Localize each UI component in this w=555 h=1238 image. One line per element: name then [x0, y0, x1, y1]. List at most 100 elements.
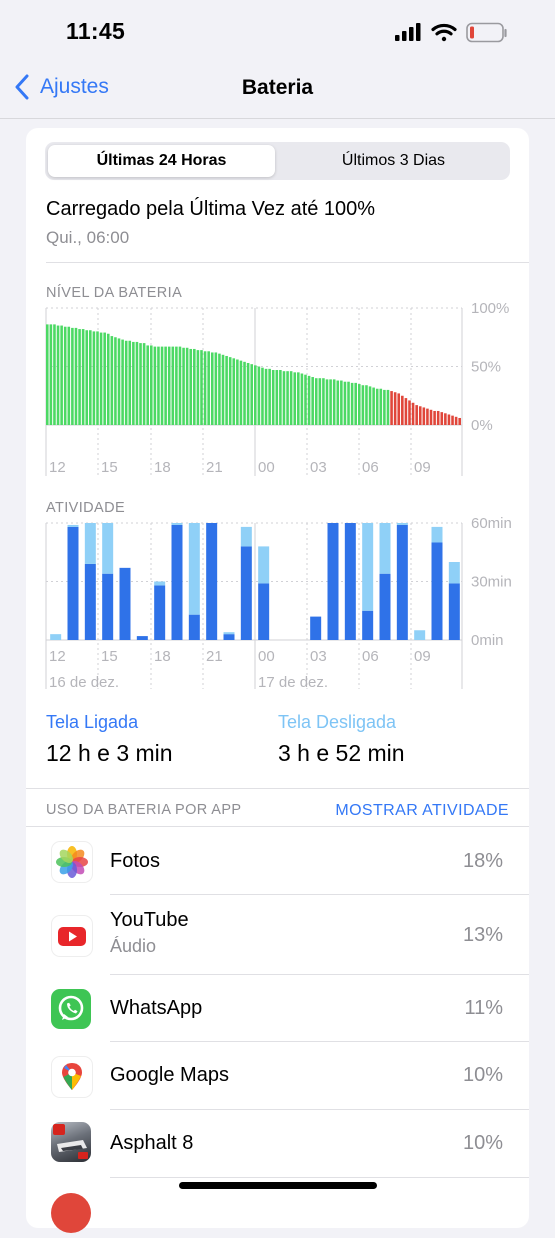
wifi-icon: [431, 23, 457, 42]
x-tick-label: 00: [258, 648, 275, 665]
activity-bar-screen-on: [310, 616, 322, 640]
activity-bar-screen-off: [102, 523, 114, 574]
battery-bar: [150, 345, 153, 425]
battery-bar: [239, 360, 243, 425]
battery-bar: [433, 410, 436, 425]
x-tick-label: 06: [362, 648, 379, 665]
app-row-fotos[interactable]: Fotos 18%: [26, 827, 529, 895]
battery-bar: [182, 347, 185, 425]
app-row-google-maps[interactable]: Google Maps 10%: [26, 1042, 529, 1110]
battery-bar: [106, 333, 110, 425]
battery-bar: [365, 385, 368, 425]
cellular-signal-icon: [395, 23, 421, 41]
activity-bar-screen-on: [258, 583, 270, 640]
battery-bar: [368, 386, 372, 425]
activity-bar-screen-on: [102, 573, 114, 640]
youtube-icon: [51, 915, 93, 957]
activity-bar-screen-on: [362, 610, 374, 640]
battery-bar: [268, 368, 271, 425]
app-percentage: 13%: [462, 924, 503, 946]
battery-bar: [325, 379, 329, 425]
activity-bar-screen-off: [362, 523, 374, 611]
battery-bar: [78, 329, 81, 425]
battery-bar: [408, 400, 411, 425]
battery-bar: [175, 346, 178, 425]
segment-last-24-hours[interactable]: Últimas 24 Horas: [48, 145, 275, 177]
status-bar: 11:45: [0, 0, 555, 64]
activity-bar-screen-off: [396, 523, 408, 525]
show-activity-button[interactable]: MOSTRAR ATIVIDADE: [335, 802, 509, 820]
battery-bar: [139, 343, 142, 425]
battery-bar: [232, 358, 236, 425]
activity-bar-screen-on: [240, 546, 252, 640]
battery-bar: [178, 346, 182, 425]
navigation-bar: Ajustes Bateria: [0, 64, 555, 119]
page-title: Bateria: [241, 76, 314, 99]
battery-bar: [261, 367, 264, 425]
app-icon-partial: [51, 1193, 91, 1233]
battery-bar: [415, 405, 418, 425]
battery-bar: [401, 395, 404, 425]
activity-bar-screen-on: [327, 523, 339, 640]
segment-last-3-days[interactable]: Últimos 3 Dias: [280, 145, 507, 177]
x-tick-label: 09: [414, 459, 431, 476]
battery-bar: [314, 378, 318, 425]
app-row-youtube[interactable]: YouTube Áudio 13%: [26, 895, 529, 975]
battery-bar: [393, 392, 397, 425]
battery-bar: [307, 375, 311, 425]
screen-off-value: 3 h e 52 min: [278, 740, 405, 766]
battery-bar: [440, 412, 444, 425]
battery-bar: [289, 371, 293, 425]
battery-bar: [71, 327, 74, 425]
battery-bar: [361, 385, 365, 425]
battery-bar: [53, 324, 56, 425]
battery-bar: [153, 346, 157, 425]
activity-chart: 60min 30min 0min 12 15 18 21 00 03 06 09 16 de dez.…: [45, 515, 512, 691]
battery-bar: [454, 416, 458, 425]
battery-bar: [121, 339, 124, 425]
activity-bar-screen-off: [448, 562, 460, 584]
battery-bar: [207, 351, 210, 425]
battery-bar: [375, 388, 379, 425]
battery-bar: [246, 362, 250, 425]
whatsapp-icon: [51, 989, 91, 1029]
date-label: 17 de dez.: [258, 674, 328, 691]
last-charge-title: Carregado pela Última Vez até 100%: [46, 198, 376, 220]
app-row-asphalt-8[interactable]: Asphalt 8 10%: [26, 1110, 529, 1178]
x-tick-label: 12: [49, 459, 66, 476]
x-tick-label: 09: [414, 648, 431, 665]
battery-bar: [189, 348, 193, 425]
x-tick-label: 03: [310, 459, 327, 476]
battery-bar: [142, 343, 146, 425]
battery-bar: [304, 374, 307, 425]
battery-bar: [99, 332, 103, 425]
app-name: Asphalt 8: [110, 1132, 194, 1154]
battery-bar: [418, 406, 422, 425]
battery-bar: [225, 355, 228, 425]
battery-bar: [74, 327, 78, 425]
app-row-whatsapp[interactable]: WhatsApp 11%: [26, 975, 529, 1042]
battery-bar: [96, 331, 99, 425]
battery-bar: [146, 345, 149, 425]
battery-bar: [56, 325, 60, 425]
battery-bar: [451, 415, 454, 425]
battery-bar: [254, 365, 257, 425]
battery-bar: [422, 407, 426, 425]
y-tick-label: 50%: [471, 359, 501, 376]
x-tick-label: 18: [154, 648, 171, 665]
battery-bar: [350, 382, 354, 425]
screen-on-label: Tela Ligada: [46, 712, 139, 732]
activity-bar-screen-off: [431, 526, 443, 543]
battery-bar: [203, 351, 207, 425]
battery-bar: [336, 380, 340, 425]
app-percentage: 10%: [462, 1064, 503, 1086]
battery-bar: [196, 350, 200, 425]
battery-bar: [210, 352, 214, 425]
activity-bar-screen-off: [223, 632, 235, 635]
battery-bar: [81, 329, 85, 425]
battery-bar: [358, 384, 361, 425]
battery-bar: [185, 347, 189, 425]
battery-bar: [243, 361, 246, 425]
battery-bar: [124, 340, 128, 425]
battery-bar: [157, 346, 160, 425]
